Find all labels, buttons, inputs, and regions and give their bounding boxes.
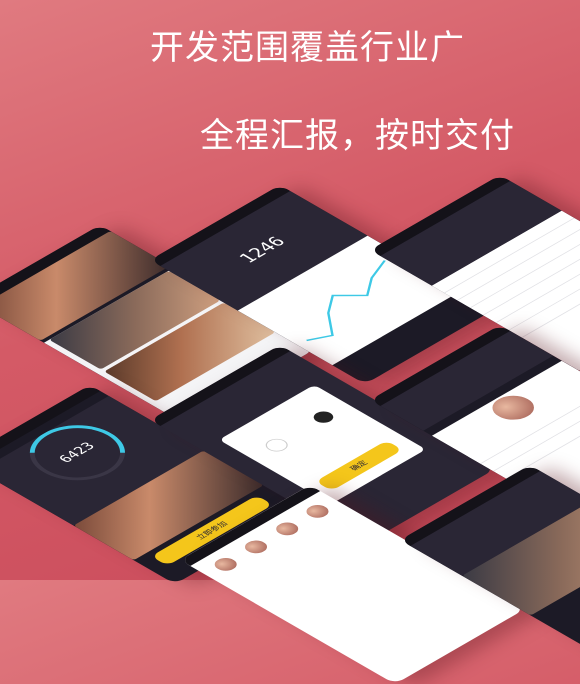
modal-confirm-button[interactable]: 确定	[315, 440, 403, 491]
phone-mockup-wall: 1246 6423 立即参加 确定	[0, 0, 580, 684]
avatar[interactable]	[298, 500, 337, 523]
avatar[interactable]	[206, 553, 245, 576]
option-circle-selected[interactable]	[309, 409, 338, 426]
option-circle[interactable]	[261, 436, 293, 455]
avatar[interactable]	[237, 535, 276, 558]
modal-options	[245, 400, 356, 464]
avatar[interactable]	[267, 518, 306, 540]
ring-step-count: 6423	[55, 440, 99, 466]
